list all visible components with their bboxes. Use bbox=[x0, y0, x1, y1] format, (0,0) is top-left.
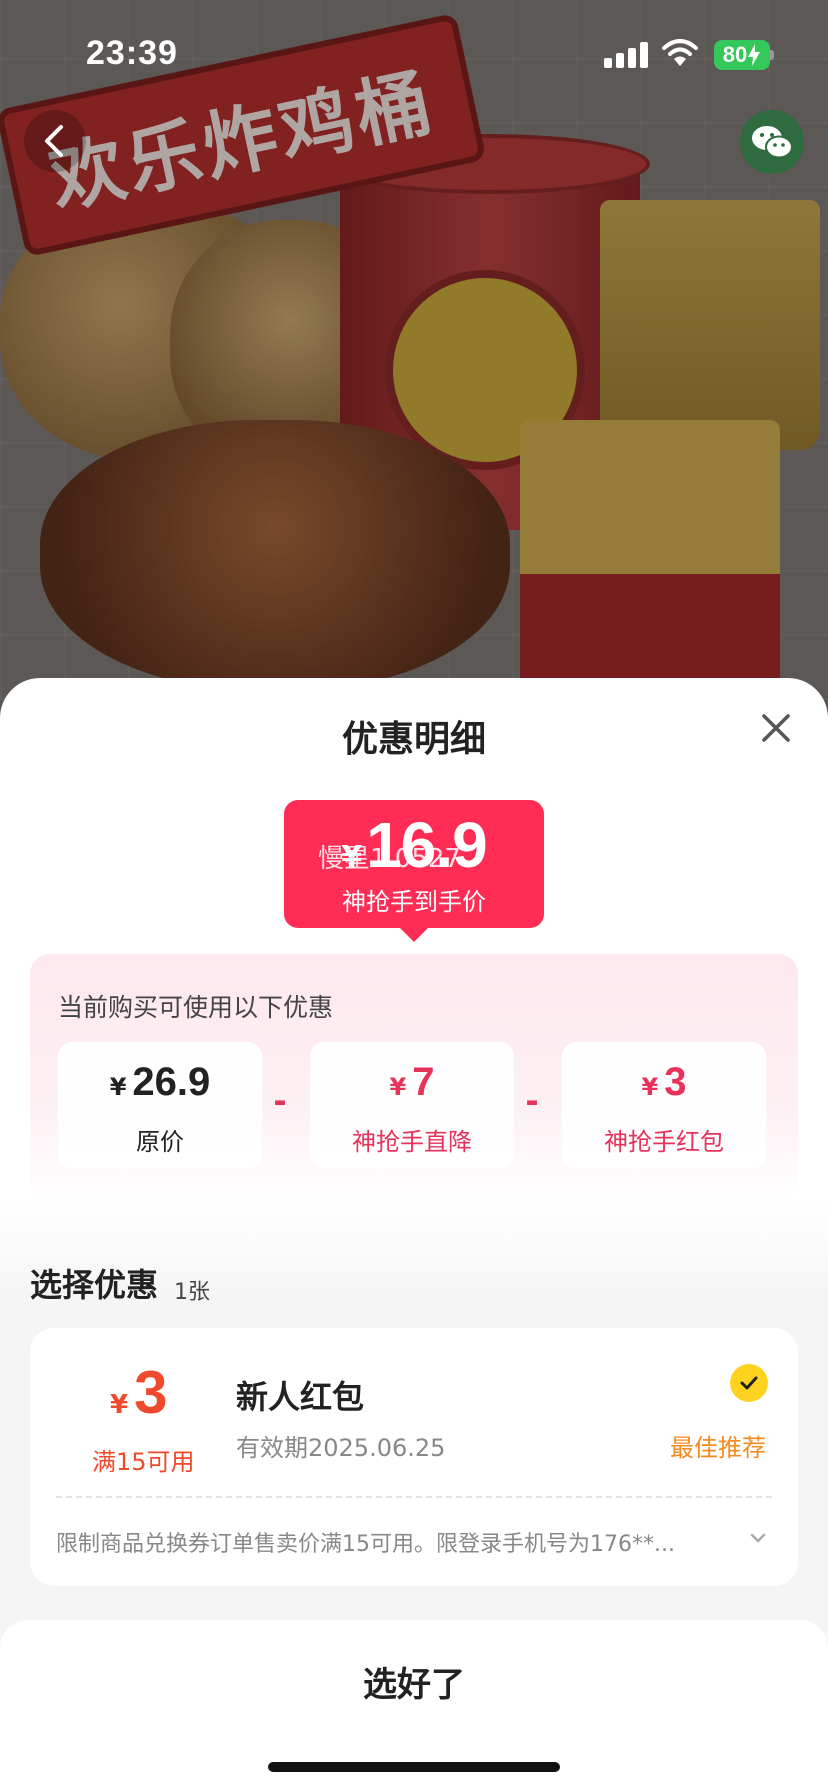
direct-discount-currency: ¥ bbox=[389, 1073, 407, 1101]
discount-hint: 当前购买可使用以下优惠 bbox=[58, 993, 334, 1022]
battery-cap bbox=[770, 50, 774, 60]
expand-rules-button[interactable] bbox=[746, 1526, 770, 1550]
final-price-badge: 慢星1.0527 ¥ 16.9 神抢手到手价 bbox=[284, 800, 544, 942]
sheet-footer: 选好了 bbox=[0, 1620, 828, 1792]
discount-breakdown: 当前购买可使用以下优惠 ¥ 26.9 原价 - ¥ 7 神抢手直降 - ¥ 3 … bbox=[30, 954, 798, 1204]
close-icon bbox=[762, 714, 790, 742]
chevron-left-icon bbox=[45, 125, 63, 157]
direct-discount-box: ¥ 7 神抢手直降 bbox=[310, 1042, 514, 1168]
coupon-name: 新人红包 bbox=[236, 1378, 365, 1416]
wifi-icon bbox=[662, 39, 698, 66]
close-button[interactable] bbox=[756, 708, 796, 748]
coupon-selected-checkbox[interactable] bbox=[730, 1364, 768, 1402]
coupon-validity: 有效期2025.06.25 bbox=[236, 1434, 446, 1462]
wechat-share-button[interactable] bbox=[740, 110, 804, 174]
coupon-card[interactable]: ¥ 3 满15可用 新人红包 有效期2025.06.25 最佳推荐 限制商品兑换… bbox=[30, 1328, 798, 1586]
coupon-amount: 3 bbox=[134, 1359, 168, 1426]
coupon-currency: ¥ bbox=[110, 1390, 129, 1420]
direct-discount-amount: 7 bbox=[412, 1060, 435, 1104]
red-packet-amount: 3 bbox=[664, 1060, 687, 1104]
red-packet-currency: ¥ bbox=[641, 1073, 659, 1101]
charging-bolt-icon bbox=[748, 44, 761, 66]
red-packet-label: 神抢手红包 bbox=[604, 1128, 724, 1156]
original-price-label: 原价 bbox=[136, 1128, 184, 1156]
chevron-down-icon bbox=[750, 1533, 766, 1543]
coupon-divider bbox=[56, 1496, 772, 1498]
confirm-button[interactable]: 选好了 bbox=[0, 1650, 828, 1720]
coupon-count: 1张 bbox=[174, 1280, 210, 1305]
original-price-currency: ¥ bbox=[109, 1073, 127, 1101]
coupon-rule-text: 限制商品兑换券订单售卖价满15可用。限登录手机号为176**... bbox=[56, 1532, 675, 1557]
check-icon bbox=[740, 1376, 758, 1390]
home-indicator bbox=[268, 1762, 560, 1772]
coupon-condition: 满15可用 bbox=[92, 1448, 195, 1476]
best-recommendation-tag: 最佳推荐 bbox=[670, 1434, 766, 1462]
red-packet-box: ¥ 3 神抢手红包 bbox=[562, 1042, 766, 1168]
battery-icon: 80 bbox=[714, 40, 770, 70]
discount-detail-sheet: 优惠明细 慢星1.0527 ¥ 16.9 神抢手到手价 当前购买可使用以下优惠 … bbox=[0, 678, 828, 1792]
sheet-title: 优惠明细 bbox=[341, 719, 486, 760]
back-button[interactable] bbox=[24, 110, 86, 172]
cellular-signal-icon bbox=[604, 42, 648, 68]
original-price-amount: 26.9 bbox=[132, 1060, 211, 1104]
wechat-icon bbox=[752, 126, 793, 159]
direct-discount-label: 神抢手直降 bbox=[352, 1128, 472, 1156]
status-time: 23:39 bbox=[86, 34, 178, 72]
final-price-label: 神抢手到手价 bbox=[342, 888, 486, 916]
battery-level: 80 bbox=[722, 42, 748, 67]
select-discount-title: 选择优惠 bbox=[30, 1266, 159, 1304]
original-price-box: ¥ 26.9 原价 bbox=[58, 1042, 262, 1168]
minus-sign: - bbox=[525, 1082, 539, 1120]
status-bar: 23:39 80 bbox=[0, 0, 828, 108]
final-price-amount: 16.9 bbox=[366, 809, 488, 881]
final-price-currency: ¥ bbox=[341, 840, 363, 875]
minus-sign: - bbox=[273, 1082, 287, 1120]
